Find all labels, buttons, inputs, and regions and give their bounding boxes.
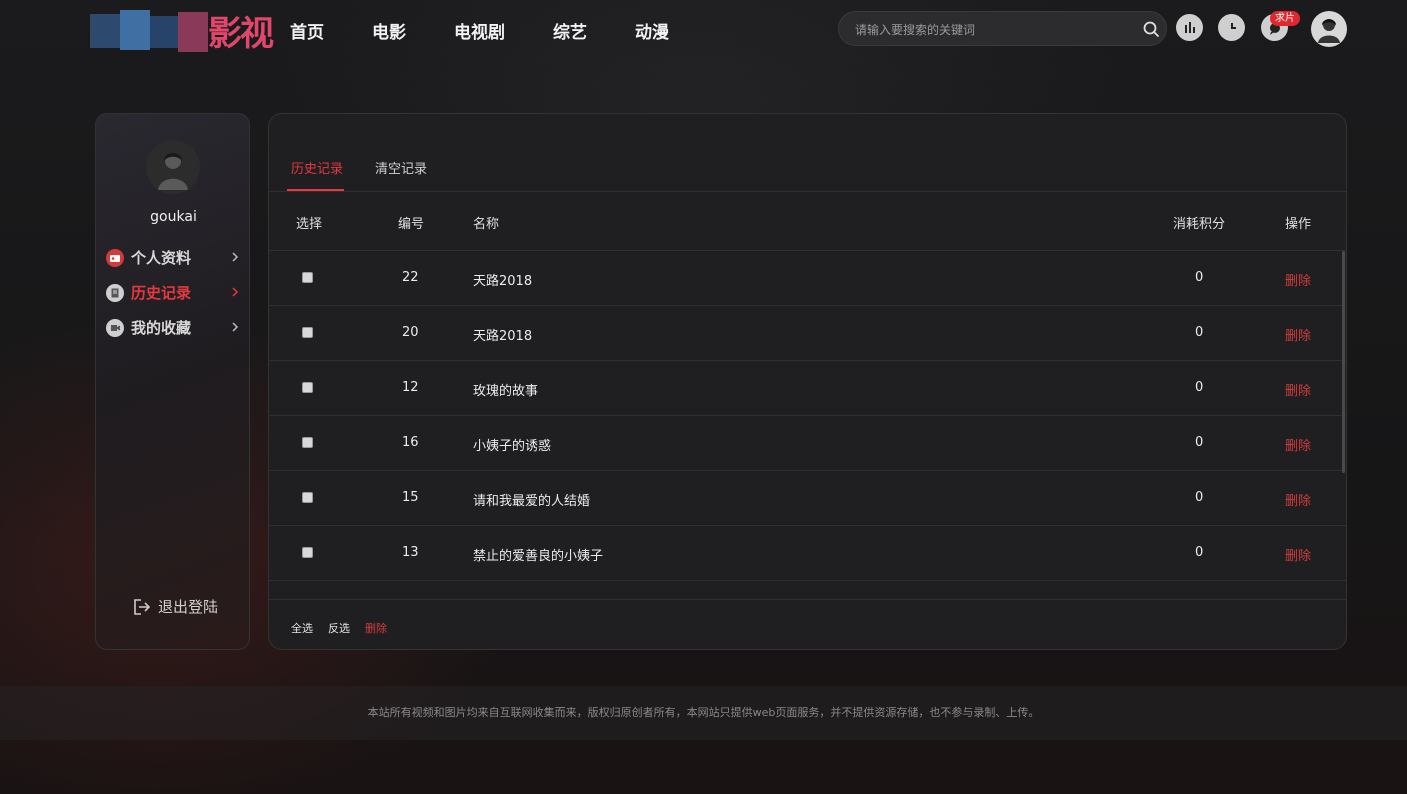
header-points: 消耗积分 bbox=[1173, 217, 1226, 232]
id-card-icon bbox=[106, 248, 124, 267]
logo-mosaic-block bbox=[150, 16, 178, 48]
row-checkbox[interactable] bbox=[302, 272, 313, 283]
row-id: 13 bbox=[402, 545, 419, 560]
row-delete-link[interactable]: 删除 bbox=[1285, 545, 1311, 564]
chevron-right-icon bbox=[232, 252, 239, 262]
tab-bar: 历史记录 清空记录 bbox=[269, 114, 1346, 192]
row-title-link[interactable]: 请和我最爱的人结婚 bbox=[473, 490, 590, 509]
user-avatar-icon bbox=[1318, 19, 1340, 43]
row-checkbox[interactable] bbox=[302, 382, 313, 393]
row-title-link[interactable]: 天路2018 bbox=[473, 325, 532, 344]
video-icon bbox=[106, 318, 124, 337]
site-footer-copyright: 本站所有视频和图片均来自互联网收集而来，版权归原创者所有，本网站只提供web页面… bbox=[0, 686, 1407, 740]
row-checkbox[interactable] bbox=[302, 547, 313, 558]
header-select: 选择 bbox=[296, 217, 323, 232]
logo-mosaic-block bbox=[178, 12, 208, 52]
bulk-actions-bar: 全选 反选 删除 bbox=[269, 599, 1346, 649]
nav-home[interactable]: 首页 bbox=[290, 18, 324, 43]
chart-icon[interactable] bbox=[1176, 14, 1203, 41]
sidebar-item-label: 我的收藏 bbox=[131, 319, 192, 337]
row-delete-link[interactable]: 删除 bbox=[1285, 435, 1311, 454]
row-points: 0 bbox=[1195, 325, 1204, 340]
search-box bbox=[838, 11, 1167, 46]
chevron-right-icon bbox=[232, 322, 239, 332]
document-icon bbox=[106, 283, 124, 302]
nav-anime[interactable]: 动漫 bbox=[635, 18, 669, 43]
logo-mosaic-block bbox=[120, 10, 150, 50]
row-delete-link[interactable]: 删除 bbox=[1285, 270, 1311, 289]
row-title-link[interactable]: 天路2018 bbox=[473, 270, 532, 289]
history-table-body: 22 天路2018 0 删除 20 天路2018 0 删除 12 玫瑰的故事 0… bbox=[269, 251, 1346, 581]
row-id: 12 bbox=[402, 380, 419, 395]
active-tab-indicator bbox=[287, 189, 344, 191]
row-title-link[interactable]: 小姨子的诱惑 bbox=[473, 435, 551, 454]
row-points: 0 bbox=[1195, 545, 1204, 560]
row-points: 0 bbox=[1195, 490, 1204, 505]
invert-selection-button[interactable]: 反选 bbox=[328, 620, 350, 636]
row-checkbox[interactable] bbox=[302, 492, 313, 503]
nav-variety[interactable]: 综艺 bbox=[553, 18, 587, 43]
chevron-right-icon bbox=[232, 287, 239, 297]
user-sidebar: goukai 个人资料 历史记录 我的收藏 退出登陆 bbox=[95, 113, 250, 650]
row-id: 16 bbox=[402, 435, 419, 450]
table-scrollbar[interactable] bbox=[1342, 251, 1345, 473]
table-row: 20 天路2018 0 删除 bbox=[269, 306, 1346, 361]
sidebar-item-favorites[interactable]: 我的收藏 bbox=[106, 310, 246, 345]
user-avatar-icon bbox=[158, 153, 188, 190]
header-action: 操作 bbox=[1285, 217, 1312, 232]
search-input[interactable] bbox=[853, 20, 1137, 40]
table-row: 12 玫瑰的故事 0 删除 bbox=[269, 361, 1346, 416]
row-points: 0 bbox=[1195, 435, 1204, 450]
table-header: 选择 编号 名称 消耗积分 操作 bbox=[269, 192, 1346, 251]
row-points: 0 bbox=[1195, 270, 1204, 285]
logout-icon bbox=[134, 598, 151, 615]
table-row: 15 请和我最爱的人结婚 0 删除 bbox=[269, 471, 1346, 526]
header-name: 名称 bbox=[473, 217, 500, 232]
row-id: 15 bbox=[402, 490, 419, 505]
sidebar-menu: 个人资料 历史记录 我的收藏 bbox=[106, 240, 246, 345]
row-id: 20 bbox=[402, 325, 419, 340]
sidebar-item-history[interactable]: 历史记录 bbox=[106, 275, 246, 310]
sidebar-item-profile[interactable]: 个人资料 bbox=[106, 240, 246, 275]
row-title-link[interactable]: 玫瑰的故事 bbox=[473, 380, 538, 399]
logout-label: 退出登陆 bbox=[158, 598, 219, 616]
top-navbar: 影视 首页 电影 电视剧 综艺 动漫 求片 bbox=[0, 0, 1407, 56]
bulk-delete-button[interactable]: 删除 bbox=[365, 620, 387, 636]
nav-tv-series[interactable]: 电视剧 bbox=[454, 18, 505, 43]
row-id: 22 bbox=[402, 270, 419, 285]
sidebar-avatar bbox=[146, 140, 200, 194]
table-row: 22 天路2018 0 删除 bbox=[269, 251, 1346, 306]
select-all-button[interactable]: 全选 bbox=[291, 620, 313, 636]
logout-button[interactable]: 退出登陆 bbox=[132, 596, 218, 617]
sidebar-item-label: 历史记录 bbox=[131, 284, 192, 302]
row-points: 0 bbox=[1195, 380, 1204, 395]
row-delete-link[interactable]: 删除 bbox=[1285, 380, 1311, 399]
nav-movies[interactable]: 电影 bbox=[372, 18, 406, 43]
sidebar-username: goukai bbox=[150, 209, 197, 225]
request-badge[interactable]: 求片 bbox=[1270, 11, 1300, 26]
tab-clear-records[interactable]: 清空记录 bbox=[375, 158, 427, 177]
table-row: 13 禁止的爱善良的小姨子 0 删除 bbox=[269, 526, 1346, 581]
sidebar-item-label: 个人资料 bbox=[131, 249, 192, 267]
logo-mosaic-block bbox=[90, 14, 120, 48]
history-panel: 历史记录 清空记录 选择 编号 名称 消耗积分 操作 22 天路2018 0 删… bbox=[268, 113, 1347, 650]
avatar[interactable] bbox=[1311, 11, 1347, 47]
header-id: 编号 bbox=[398, 217, 425, 232]
row-delete-link[interactable]: 删除 bbox=[1285, 325, 1311, 344]
site-logo[interactable] bbox=[90, 10, 210, 52]
logo-text[interactable]: 影视 bbox=[208, 6, 274, 55]
table-row: 16 小姨子的诱惑 0 删除 bbox=[269, 416, 1346, 471]
tab-history[interactable]: 历史记录 bbox=[291, 158, 343, 177]
row-title-link[interactable]: 禁止的爱善良的小姨子 bbox=[473, 545, 603, 564]
row-delete-link[interactable]: 删除 bbox=[1285, 490, 1311, 509]
row-checkbox[interactable] bbox=[302, 327, 313, 338]
row-checkbox[interactable] bbox=[302, 437, 313, 448]
search-icon[interactable] bbox=[1142, 20, 1160, 38]
main-nav: 首页 电影 电视剧 综艺 动漫 bbox=[290, 18, 717, 43]
history-clock-icon[interactable] bbox=[1218, 14, 1245, 41]
